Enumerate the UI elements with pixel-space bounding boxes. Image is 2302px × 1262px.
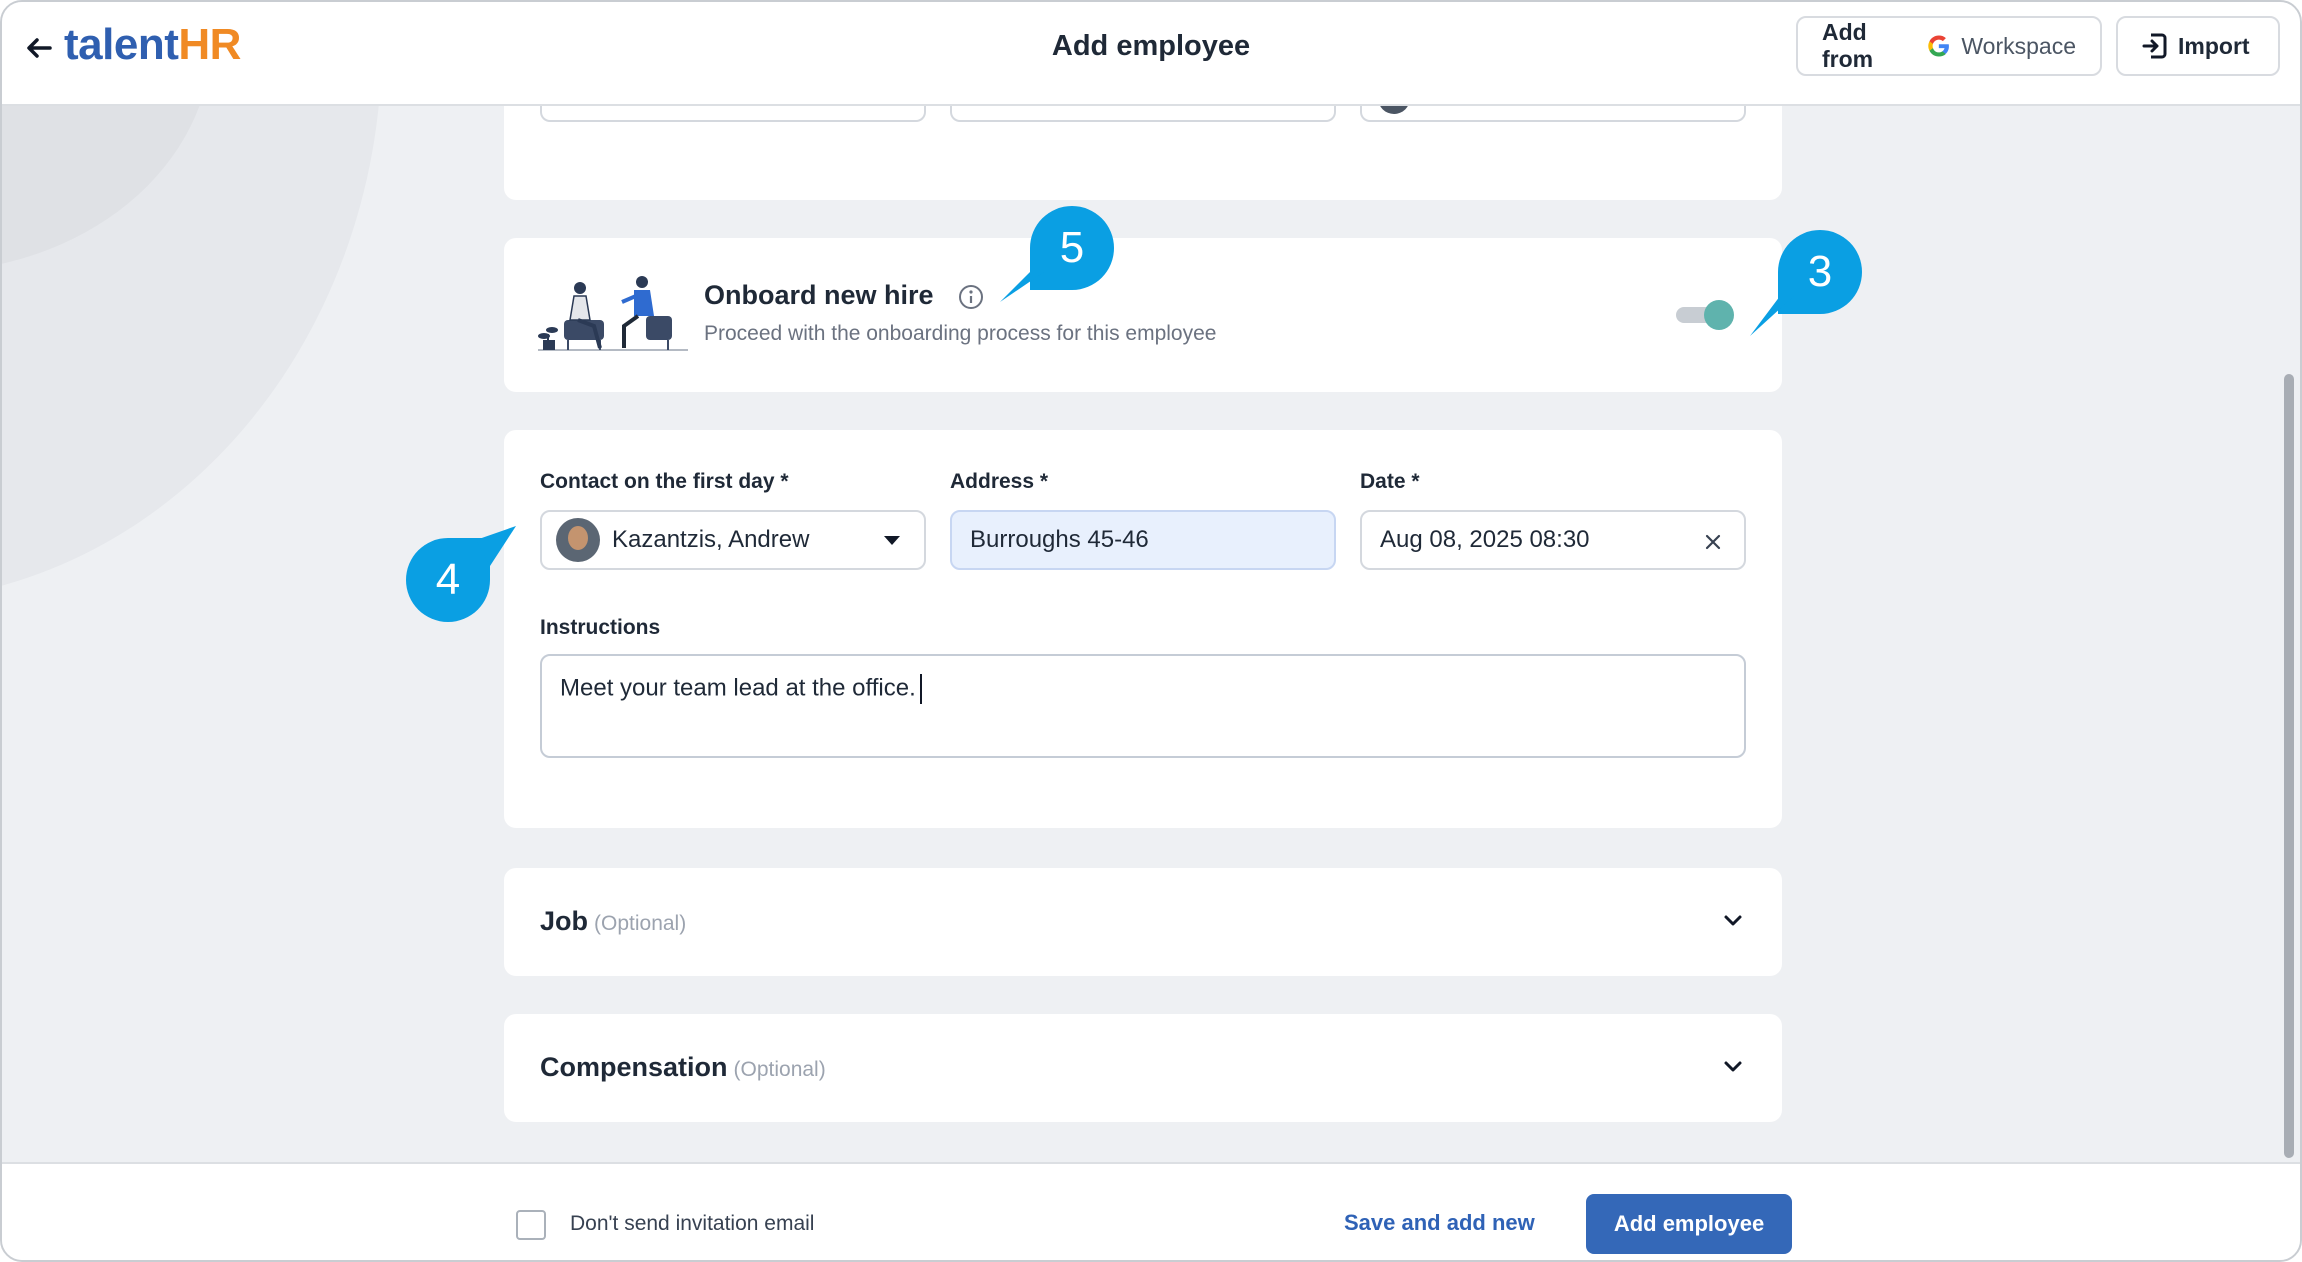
address-field[interactable]: Burroughs 45-46 xyxy=(950,510,1336,570)
compensation-section-title: Compensation (Optional) xyxy=(540,1052,826,1083)
onboard-title: Onboard new hire xyxy=(704,280,934,310)
footer-bar: Don't send invitation email Save and add… xyxy=(2,1162,2300,1260)
onboard-card: Onboard new hire Proceed with the onboar… xyxy=(504,238,1782,392)
google-icon xyxy=(1927,35,1949,57)
job-optional-text: (Optional) xyxy=(594,912,687,935)
dont-send-invite-label: Don't send invitation email xyxy=(570,1212,815,1235)
instructions-textarea[interactable]: Meet your team lead at the office. xyxy=(540,654,1746,758)
job-section[interactable]: Job (Optional) xyxy=(504,868,1782,976)
job-title-text: Job xyxy=(540,906,589,936)
close-icon[interactable] xyxy=(1702,531,1724,553)
instructions-label: Instructions xyxy=(540,616,661,639)
callout-5-tail xyxy=(1000,272,1044,302)
contact-select[interactable]: Kazantzis, Andrew xyxy=(540,510,926,570)
avatar xyxy=(556,518,600,562)
compensation-section[interactable]: Compensation (Optional) xyxy=(504,1014,1782,1122)
comp-optional-text: (Optional) xyxy=(733,1058,826,1081)
instructions-value: Meet your team lead at the office. xyxy=(560,674,916,702)
text-cursor xyxy=(919,674,922,704)
callout-4-tail xyxy=(476,526,516,566)
scrollbar[interactable] xyxy=(2284,374,2294,1158)
chevron-down-icon[interactable] xyxy=(1720,1054,1746,1080)
import-label: Import xyxy=(2178,32,2250,59)
info-icon[interactable] xyxy=(958,284,984,310)
workspace-label: Workspace xyxy=(1961,32,2076,59)
toggle-knob xyxy=(1704,300,1734,330)
save-and-add-new-button[interactable]: Save and add new xyxy=(1344,1210,1535,1236)
onboard-subtitle: Proceed with the onboarding process for … xyxy=(704,322,1217,345)
address-label: Address * xyxy=(950,470,1049,493)
app-window: talentHR Add employee Add from Workspace… xyxy=(0,0,2302,1262)
address-value: Burroughs 45-46 xyxy=(970,526,1149,553)
onboarding-form-card: Contact on the first day * Address * Dat… xyxy=(504,430,1782,828)
callout-3-tail xyxy=(1750,296,1794,336)
add-from-label: Add from xyxy=(1822,19,1874,72)
date-field[interactable]: Aug 08, 2025 08:30 xyxy=(1360,510,1746,570)
contact-label: Contact on the first day * xyxy=(540,470,789,493)
contact-value: Kazantzis, Andrew xyxy=(612,526,810,553)
import-button[interactable]: Import xyxy=(2116,16,2280,76)
top-bar: talentHR Add employee Add from Workspace… xyxy=(2,2,2300,106)
add-from-google-workspace-button[interactable]: Add from Workspace xyxy=(1796,16,2102,76)
date-value: Aug 08, 2025 08:30 xyxy=(1380,526,1590,553)
chevron-down-icon xyxy=(884,536,900,545)
dont-send-invite-checkbox[interactable] xyxy=(516,1210,546,1240)
chevron-down-icon[interactable] xyxy=(1720,908,1746,934)
add-employee-button[interactable]: Add employee xyxy=(1586,1194,1792,1254)
onboard-toggle[interactable] xyxy=(1676,298,1736,330)
onboarding-illustration xyxy=(538,276,688,351)
comp-title-text: Compensation xyxy=(540,1052,728,1082)
import-icon xyxy=(2142,33,2167,59)
job-section-title: Job (Optional) xyxy=(540,906,686,937)
date-label: Date * xyxy=(1360,470,1420,493)
